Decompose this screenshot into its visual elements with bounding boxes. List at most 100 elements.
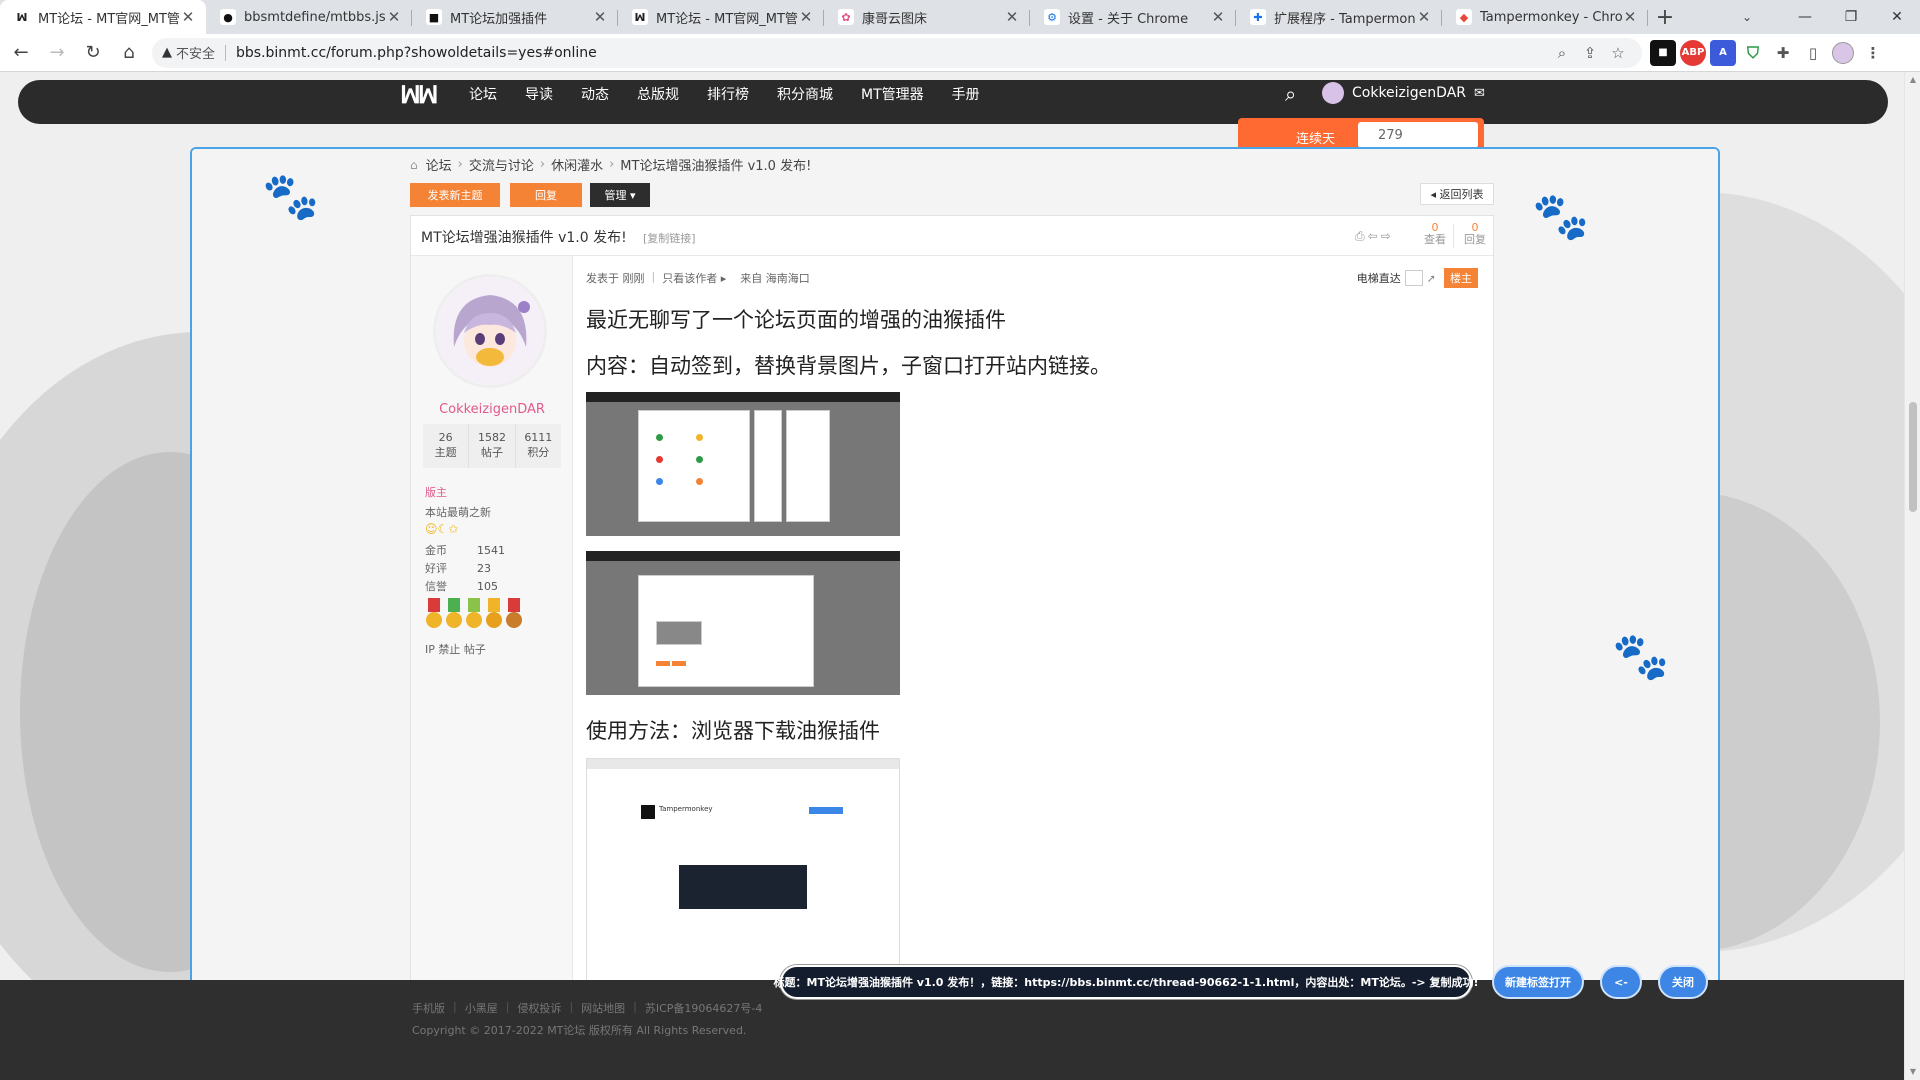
author-stat[interactable]: 1582 帖子 [468,424,514,468]
breadcrumb-item[interactable]: 论坛 [426,155,452,174]
scroll-up-icon[interactable]: ▲ [1905,72,1920,88]
medal-icon[interactable] [485,598,503,632]
manage-button[interactable]: 管理 ▾ [590,183,650,207]
browser-tab[interactable]: ■ MT论坛加强插件 ✕ [412,0,618,34]
share-icon[interactable]: ⇪ [1576,44,1604,62]
print-nav-icons[interactable]: ⎙⇦⇨ [1355,229,1394,244]
home-icon[interactable]: ⌂ [114,38,144,68]
shield-extension-icon[interactable]: ⛉ [1740,40,1766,66]
post-meta-item[interactable]: 只看该作者 ▸ [662,270,726,286]
browser-tab[interactable]: ✚ 扩展程序 - Tampermonkey✕ [1236,0,1442,34]
medal-icon[interactable] [425,598,443,632]
minimize-icon[interactable]: — [1782,0,1828,34]
page-scrollbar[interactable]: ▲ ▼ [1904,72,1920,1080]
footer-link[interactable]: 侵权投诉 [517,1000,561,1016]
tab-close-icon[interactable]: ✕ [1622,8,1638,26]
elevator-input[interactable] [1404,270,1423,286]
warning-icon[interactable]: ▲ [162,45,172,60]
author-avatar[interactable] [433,274,547,388]
site-nav-item[interactable]: 论坛 [455,84,511,104]
browser-tab[interactable]: ꟽ MT论坛 - MT官网_MT管理器✕ [618,0,824,34]
close-window-icon[interactable]: ✕ [1874,0,1920,34]
search-icon[interactable]: ⌕ [1285,82,1296,106]
prev-button[interactable]: <- [1600,965,1642,999]
tab-title: MT论坛加强插件 [450,11,548,27]
home-icon[interactable]: ⌂ [410,158,418,172]
nav-user[interactable]: CokkeizigenDAR ✉ [1322,82,1485,104]
back-icon[interactable]: ← [6,38,36,68]
site-nav-item[interactable]: 积分商城 [763,84,847,104]
tab-list: ꟽMT论坛 - MT官网_MT管理器✕●bbsmtdefine/mtbbs.js… [0,0,1648,34]
nav-username[interactable]: CokkeizigenDAR [1352,85,1466,101]
browser-tab[interactable]: ● bbsmtdefine/mtbbs.js at✕ [206,0,412,34]
author-links[interactable]: IP 禁止 帖子 [425,641,486,657]
avatar [1322,82,1344,104]
site-logo[interactable]: ꟽꟽ [400,81,438,109]
forward-icon[interactable]: → [42,38,72,68]
menu-kebab-icon[interactable]: ⋮ [1860,40,1886,66]
maximize-icon[interactable]: ❐ [1828,0,1874,34]
site-nav-item[interactable]: 手册 [938,84,994,104]
screenshot-dot [696,478,703,485]
new-topic-button[interactable]: 发表新主题 [410,183,500,207]
puzzle-extensions-icon[interactable]: ✚ [1770,40,1796,66]
tab-close-icon[interactable]: ✕ [386,8,402,26]
new-tab-button[interactable]: + [1648,0,1682,34]
footer-link[interactable]: 苏ICP备19064627号-4 [645,1000,763,1016]
breadcrumb-item[interactable]: 交流与讨论 [469,155,534,174]
author-stat[interactable]: 6111 积分 [514,424,561,468]
tab-close-icon[interactable]: ✕ [798,8,814,26]
medal-icon[interactable] [465,598,483,632]
tab-close-icon[interactable]: ✕ [1416,8,1432,26]
bookmark-star-icon[interactable]: ☆ [1604,44,1632,62]
post-meta-item: 来自 海南海口 [740,272,810,285]
url-text[interactable]: bbs.binmt.cc/forum.php?showoldetails=yes… [236,45,1548,61]
reload-icon[interactable]: ↻ [78,38,108,68]
site-nav-item[interactable]: 排行榜 [693,84,763,104]
tab-close-icon[interactable]: ✕ [1210,8,1226,26]
jump-icon[interactable]: ➚ [1427,272,1436,285]
breadcrumb-item[interactable]: 休闲灌水 [551,155,603,174]
profile-avatar[interactable] [1830,40,1856,66]
open-in-new-tab-button[interactable]: 新建标签打开 [1492,965,1584,999]
author-role[interactable]: 版主 [425,484,447,500]
author-stat[interactable]: 26 主题 [423,424,468,468]
reply-button[interactable]: 回复 [510,183,582,207]
tab-close-icon[interactable]: ✕ [180,8,196,26]
browser-tab[interactable]: ⚙ 设置 - 关于 Chrome ✕ [1030,0,1236,34]
zoom-icon[interactable]: ⌕ [1548,44,1576,62]
tab-close-icon[interactable]: ✕ [592,8,608,26]
tab-title: Tampermonkey - Chrome [1480,9,1622,25]
post-image-1[interactable] [586,392,900,536]
site-nav-item[interactable]: 动态 [567,84,623,104]
adblock-plus-icon[interactable]: ABP [1680,39,1706,66]
medal-icon[interactable] [445,598,463,632]
medal-icon[interactable] [505,598,523,632]
close-popup-button[interactable]: 关闭 [1658,965,1708,999]
scrollbar-thumb[interactable] [1909,402,1917,512]
tab-close-icon[interactable]: ✕ [1004,8,1020,26]
copy-link[interactable]: [复制链接] [643,230,696,246]
side-panel-icon[interactable]: ▯ [1800,40,1826,66]
floor-badge: 楼主 [1444,268,1478,288]
tampermonkey-extension-icon[interactable]: ■ [1650,39,1676,66]
address-bar[interactable]: ▲ 不安全 bbs.binmt.cc/forum.php?showoldetai… [152,37,1642,68]
footer-link[interactable]: 小黑屋 [465,1000,498,1016]
scroll-down-icon[interactable]: ▼ [1905,1064,1920,1080]
back-to-list-button[interactable]: ◂ 返回列表 [1420,183,1494,205]
site-nav-item[interactable]: MT管理器 [847,84,938,104]
browser-tab[interactable]: ✿ 康哥云图床 ✕ [824,0,1030,34]
site-nav-item[interactable]: 总版规 [623,84,693,104]
translate-extension-icon[interactable]: A [1710,39,1736,66]
footer-link[interactable]: 手机版 [412,1000,445,1016]
browser-tab[interactable]: ◆ Tampermonkey - Chrome✕ [1442,0,1648,34]
post-image-2[interactable] [586,551,900,695]
mail-icon[interactable]: ✉ [1474,86,1485,101]
site-nav-item[interactable]: 导读 [511,84,567,104]
insecure-label[interactable]: 不安全 [176,43,215,62]
browser-tab[interactable]: ꟽ MT论坛 - MT官网_MT管理器✕ [0,0,206,34]
author-name[interactable]: CokkeizigenDAR [411,402,573,417]
tab-search-icon[interactable]: ⌄ [1730,0,1764,34]
breadcrumb-item[interactable]: MT论坛增强油猴插件 v1.0 发布! [620,155,811,174]
footer-link[interactable]: 网站地图 [581,1000,625,1016]
